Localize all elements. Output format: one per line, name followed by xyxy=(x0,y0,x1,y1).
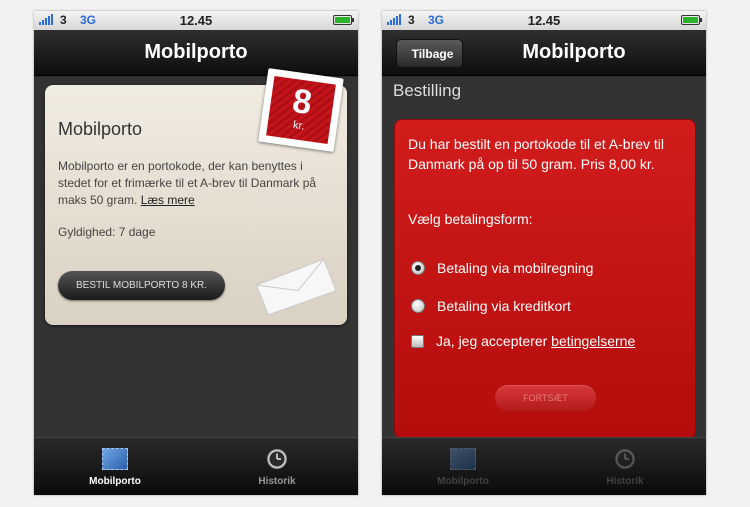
tab-mobilporto[interactable]: Mobilporto xyxy=(382,438,544,495)
terms-link[interactable]: betingelserne xyxy=(551,333,635,349)
status-bar: 3 3G 12.45 xyxy=(34,11,358,30)
stamp-icon xyxy=(450,448,476,470)
read-more-link[interactable]: Læs mere xyxy=(141,193,195,207)
tab-historik[interactable]: Historik xyxy=(196,438,358,495)
terms-checkbox[interactable] xyxy=(411,334,424,348)
order-summary: Du har bestilt en portokode til et A-bre… xyxy=(408,136,665,172)
nav-bar: Tilbage Mobilporto xyxy=(382,30,706,76)
mobilporto-card: 8 kr. Mobilporto Mobilporto er en portok… xyxy=(45,68,347,325)
card-description: Mobilporto er en portokode, der kan beny… xyxy=(58,158,338,209)
tab-mobilporto[interactable]: Mobilporto xyxy=(34,438,196,495)
stamp-icon: 8 kr. xyxy=(258,68,344,152)
tab-label: Mobilporto xyxy=(89,476,141,487)
phone-screen-mobilporto: 3 3G 12.45 Mobilporto 8 kr. Mobilporto M… xyxy=(34,11,358,495)
phone-screen-bestilling: 3 3G 12.45 Tilbage Mobilporto Bestilling… xyxy=(382,11,706,495)
card-title: Mobilporto xyxy=(58,119,143,139)
continue-button[interactable]: FORTSÆT xyxy=(495,385,596,411)
payment-label: Vælg betalingsform: xyxy=(408,211,533,227)
status-time: 12.45 xyxy=(527,13,561,28)
battery-icon xyxy=(333,15,354,25)
tab-bar: Mobilporto Historik xyxy=(34,437,358,495)
nav-title: Mobilporto xyxy=(522,41,626,63)
accept-terms[interactable]: Ja, jeg accepterer betingelserne xyxy=(411,333,635,349)
content-area: Bestilling Du har bestilt en portokode t… xyxy=(382,77,706,439)
validity-text: Gyldighed: 7 dage xyxy=(58,225,156,239)
status-bar: 3 3G 12.45 xyxy=(382,11,706,30)
terms-prefix: Ja, jeg accepterer xyxy=(436,333,552,349)
nav-bar: Mobilporto xyxy=(34,30,358,76)
tab-label: Mobilporto xyxy=(437,476,489,487)
tab-historik[interactable]: Historik xyxy=(544,438,706,495)
option-credit-card[interactable]: Betaling via kreditkort xyxy=(411,298,571,314)
buy-mobilporto-button[interactable]: BESTIL MOBILPORTO 8 KR. xyxy=(58,271,225,300)
radio-mobile-bill[interactable] xyxy=(411,261,425,275)
content-area: 8 kr. Mobilporto Mobilporto er en portok… xyxy=(34,68,358,437)
stamp-icon xyxy=(102,448,128,470)
status-time: 12.45 xyxy=(179,13,213,28)
clock-icon xyxy=(267,449,287,469)
terms-label: Ja, jeg accepterer betingelserne xyxy=(436,333,635,349)
battery-icon xyxy=(681,15,702,25)
clock-icon xyxy=(615,449,635,469)
tab-label: Historik xyxy=(606,476,644,487)
order-card: Du har bestilt en portokode til et A-bre… xyxy=(394,119,696,439)
option-label: Betaling via kreditkort xyxy=(437,298,571,314)
option-label: Betaling via mobilregning xyxy=(437,260,594,276)
envelope-icon xyxy=(255,258,337,316)
radio-credit-card[interactable] xyxy=(411,299,425,313)
tab-label: Historik xyxy=(258,476,296,487)
section-title: Bestilling xyxy=(393,81,462,100)
nav-title: Mobilporto xyxy=(144,41,248,63)
option-mobile-bill[interactable]: Betaling via mobilregning xyxy=(411,260,593,276)
tab-bar: Mobilporto Historik xyxy=(382,437,706,495)
